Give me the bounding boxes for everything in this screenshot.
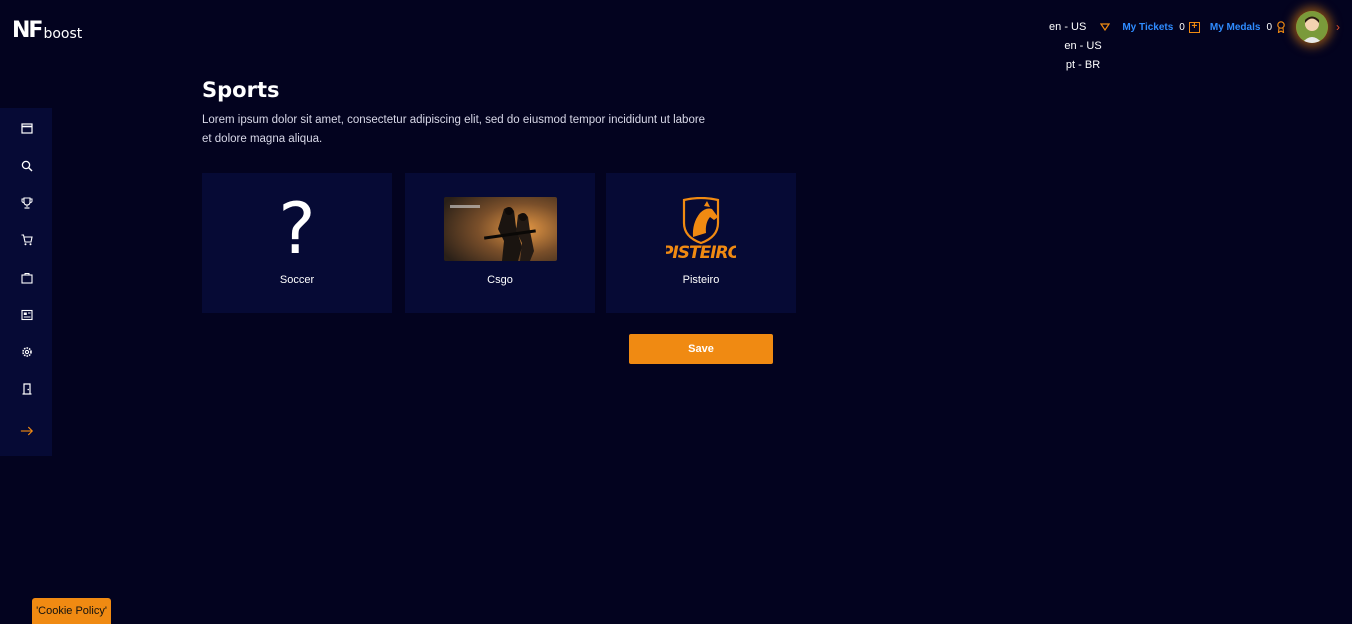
question-mark-icon: ? bbox=[278, 188, 316, 270]
bag-icon[interactable] bbox=[20, 271, 34, 285]
language-current[interactable]: en - US bbox=[1049, 21, 1086, 33]
sport-card-soccer[interactable]: ? Soccer bbox=[202, 173, 392, 313]
save-button[interactable]: Save bbox=[629, 334, 773, 364]
language-option-en-us[interactable]: en - US bbox=[1049, 37, 1105, 56]
sport-card-label: Csgo bbox=[487, 274, 513, 286]
my-tickets-label[interactable]: My Tickets bbox=[1122, 22, 1173, 33]
top-bar: en - US en - US pt - BR My Tickets 0 + M… bbox=[1049, 10, 1352, 75]
search-icon[interactable] bbox=[20, 159, 34, 173]
tickets-count: 0 bbox=[1179, 21, 1185, 33]
language-menu: en - US pt - BR bbox=[1049, 37, 1106, 75]
sidebar bbox=[0, 108, 52, 456]
medals-count: 0 bbox=[1266, 21, 1272, 33]
sport-card-label: Soccer bbox=[279, 274, 315, 286]
cookie-policy-button[interactable]: 'Cookie Policy' bbox=[32, 598, 111, 624]
sport-card-pisteiro[interactable]: PISTEIRO Pisteiro bbox=[606, 173, 796, 313]
sport-card-csgo[interactable]: Csgo bbox=[405, 173, 595, 313]
user-avatar[interactable] bbox=[1296, 11, 1328, 43]
my-medals[interactable]: My Medals 0 bbox=[1210, 21, 1286, 33]
sport-card-label: Pisteiro bbox=[682, 274, 720, 286]
my-medals-label[interactable]: My Medals bbox=[1210, 22, 1261, 33]
trophy-icon[interactable] bbox=[20, 196, 34, 210]
medal-icon bbox=[1277, 21, 1285, 33]
logo-mark: NF bbox=[12, 18, 43, 43]
add-ticket-icon[interactable]: + bbox=[1188, 21, 1200, 33]
door-icon[interactable] bbox=[20, 382, 34, 396]
page-description: Lorem ipsum dolor sit amet, consectetur … bbox=[202, 114, 706, 145]
language-option-pt-br[interactable]: pt - BR bbox=[1049, 56, 1105, 75]
language-selector[interactable]: en - US en - US pt - BR bbox=[1049, 21, 1111, 75]
logo-text: boost bbox=[43, 26, 83, 42]
news-icon[interactable] bbox=[20, 308, 34, 322]
csgo-image bbox=[443, 197, 557, 261]
my-tickets[interactable]: My Tickets 0 + bbox=[1122, 21, 1200, 33]
brand-logo[interactable]: NF boost bbox=[12, 18, 82, 42]
avatar-image bbox=[1296, 11, 1328, 43]
page-title: Sports bbox=[202, 78, 280, 102]
gear-icon[interactable] bbox=[20, 345, 34, 359]
chevron-right-icon[interactable]: › bbox=[1336, 20, 1340, 34]
arrow-right-icon[interactable] bbox=[20, 424, 34, 438]
calendar-icon[interactable] bbox=[20, 121, 34, 135]
pisteiro-logo: PISTEIRO bbox=[644, 197, 758, 261]
chevron-down-icon[interactable] bbox=[1100, 23, 1111, 31]
pisteiro-logo-text: PISTEIRO bbox=[666, 243, 736, 261]
cart-icon[interactable] bbox=[20, 233, 34, 247]
